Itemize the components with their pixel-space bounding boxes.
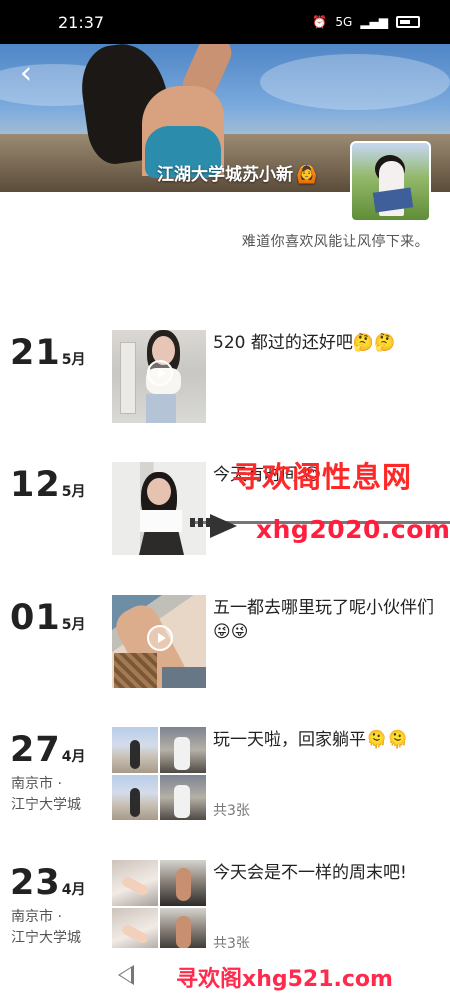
post-item[interactable]: 23 4月 南京市 · 江宁大学城 今天会是不一样的周末吧! 共3张 [0,860,450,960]
post-image-grid[interactable] [112,727,206,820]
post-grid-image[interactable] [160,727,206,773]
back-triangle-icon[interactable] [118,965,134,985]
post-video-thumbnail[interactable] [112,595,206,688]
post-date: 27 4月 [10,730,85,770]
watermark-url: xhg2020.com [256,515,450,544]
post-day: 12 [10,465,61,505]
post-text: 五一都去哪里玩了呢小伙伴们😜😜 [213,598,434,642]
profile-signature: 难道你喜欢风能让风停下来。 [241,234,429,250]
post-month: 4月 [61,882,86,898]
post-image-grid[interactable] [112,860,206,953]
post-location-city: 南京市 · [11,909,62,925]
signal-bars-icon: ▂▄▆ [360,15,388,29]
status-icons: ⏰ 5G ▂▄▆ [312,15,420,29]
battery-icon [396,16,420,28]
post-day: 01 [10,598,61,638]
post-date: 01 5月 [10,598,85,638]
footer-watermark: 寻欢阁xhg521.com [176,967,393,992]
watermark-arrow-icon [210,514,237,538]
post-grid-image[interactable] [112,774,158,820]
play-icon[interactable] [147,625,173,651]
post-day: 23 [10,863,61,903]
profile-name-text: 江湖大学城苏小新 [157,165,293,185]
post-grid-image[interactable] [112,907,158,953]
post-image-thumbnail[interactable] [112,462,206,555]
post-image-count: 共3张 [213,803,250,819]
status-time: 21:37 [58,12,105,32]
profile-name: 江湖大学城苏小新 🙆 [157,160,317,185]
post-location: 南京市 · 江宁大学城 [11,774,101,816]
alarm-icon: ⏰ [312,15,328,29]
network-label: 5G [335,15,353,29]
post-text: 今天会是不一样的周末吧! [213,863,407,883]
post-video-thumbnail[interactable] [112,330,206,423]
watermark-title: 寻欢阁性息网 [232,460,413,494]
post-day: 27 [10,730,61,770]
post-date: 12 5月 [10,465,85,505]
play-icon[interactable] [147,360,173,386]
post-date: 23 4月 [10,863,85,903]
post-grid-image[interactable] [112,727,158,773]
post-grid-image[interactable] [160,774,206,820]
post-month: 5月 [61,617,86,633]
post-location-city: 南京市 · [11,776,62,792]
post-month: 5月 [61,484,86,500]
profile-name-emoji: 🙆 [296,165,318,185]
post-grid-image[interactable] [112,860,158,906]
post-text: 520 都过的还好吧🤔🤔 [213,333,396,353]
post-item[interactable]: 21 5月 520 都过的还好吧🤔🤔 [0,330,450,430]
post-location: 南京市 · 江宁大学城 [11,907,101,949]
status-bar: 21:37 ⏰ 5G ▂▄▆ [0,0,450,44]
post-text: 玩一天啦，回家躺平🫠🫠 [213,730,409,750]
back-button[interactable]: ‹ [12,58,40,90]
post-location-area: 江宁大学城 [11,797,81,813]
avatar[interactable] [350,141,431,222]
post-date: 21 5月 [10,333,85,373]
chevron-left-icon: ‹ [19,55,33,91]
post-item[interactable]: 27 4月 南京市 · 江宁大学城 玩一天啦，回家躺平🫠🫠 共3张 [0,727,450,827]
post-day: 21 [10,333,61,373]
post-month: 5月 [61,352,86,368]
post-location-area: 江宁大学城 [11,930,81,946]
post-grid-image[interactable] [160,860,206,906]
post-grid-image[interactable] [160,907,206,953]
post-month: 4月 [61,749,86,765]
post-item[interactable]: 01 5月 五一都去哪里玩了呢小伙伴们😜😜 [0,595,450,695]
